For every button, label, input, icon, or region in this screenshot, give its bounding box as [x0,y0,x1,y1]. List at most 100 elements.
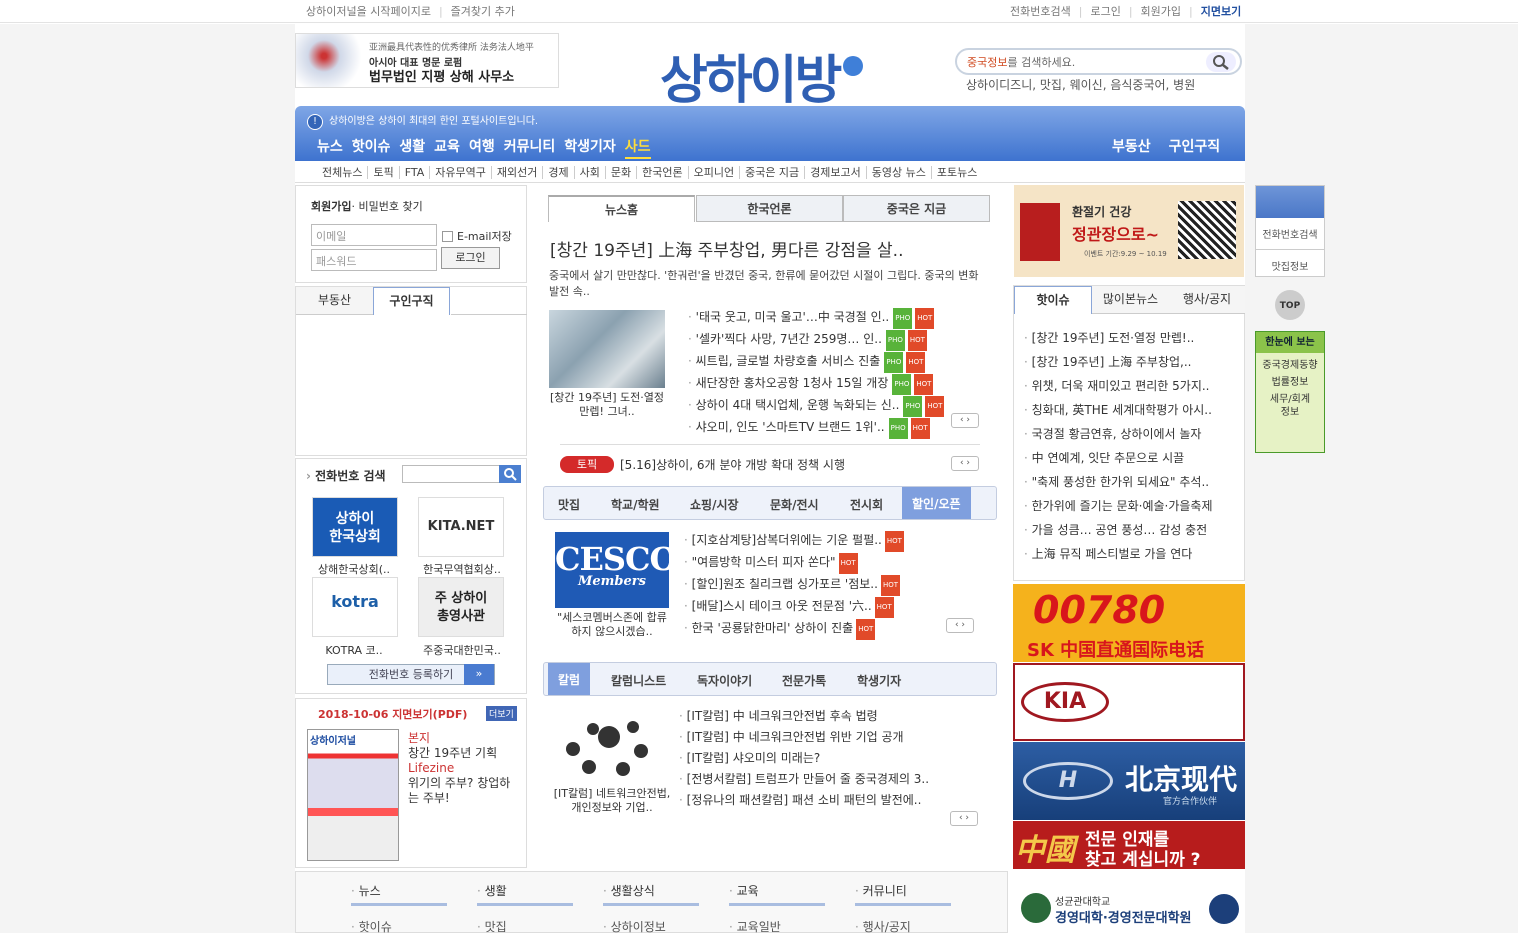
skku-ad[interactable]: 성균관대학교 경영대학·경영전문대학원 [1013,885,1245,933]
list-item[interactable]: "여름방학 미스터 피자 쏜다"HOT [684,552,904,574]
site-logo[interactable]: 상하이방 [660,38,910,111]
directory-caption[interactable]: 주중국대한민국.. [412,642,512,658]
subnav-item[interactable]: 토픽 [367,166,399,179]
subnav-item[interactable]: 동영상 뉴스 [865,166,931,179]
list-item[interactable]: [창간 19주년] 上海 주부창업,.. [1024,350,1213,374]
search-suggestions[interactable]: 상하이디즈니, 맛집, 웨이신, 음식중국어, 병원 [966,76,1195,93]
list-item[interactable]: 새단장한 홍차오공항 1청사 15일 개장PHOHOT [688,373,944,395]
headline-photo[interactable] [549,310,665,388]
sk-telecom-ad[interactable]: 00780 SK 中国直通国际电话 [1013,584,1245,662]
law-firm-banner[interactable]: 亚洲最具代表性的优秀律所 法务法人地平 아시아 대표 명문 로펌 법무법인 지평… [295,33,559,88]
list-item[interactable]: '태국 웃고, 미국 울고'…中 국경절 인..PHOHOT [688,307,944,329]
email-save-checkbox[interactable]: E-mail저장 [442,228,512,244]
list-item[interactable]: "축제 풍성한 한가위 되세요" 추석.. [1024,470,1213,494]
subnav-item[interactable]: 경제보고서 [804,166,866,179]
phone-search-link[interactable]: 전화번호검색 [1010,5,1071,18]
tab-events[interactable]: 행사/공지 [1169,286,1245,314]
tab-expert-talk[interactable]: 전문가톡 [782,672,826,689]
login-link[interactable]: 로그인 [1090,5,1120,18]
nav-hot-issue[interactable]: 핫이슈 [352,139,391,155]
set-homepage-link[interactable]: 상하이저널을 시작페이지로 [306,5,431,18]
promo-caption[interactable]: "세스코멤버스존에 합류하지 않으시겠습.. [553,611,671,639]
add-bookmark-link[interactable]: 즐겨찾기 추가 [451,5,515,18]
search-button[interactable] [1206,52,1236,72]
headline-link[interactable]: [창간 19주년] 上海 주부창업, 男다른 강점을 살.. [550,236,904,261]
tab-shopping[interactable]: 쇼핑/시장 [690,496,739,513]
sitemap-link[interactable]: 행사/공지 [855,918,911,933]
quick-phone-link[interactable]: 전화번호검색 [1256,218,1324,250]
sitemap-link[interactable]: 교육일반 [729,918,781,933]
login-button[interactable]: 로그인 [441,247,500,269]
column-pager-arrows[interactable]: ‹ › [950,811,978,826]
sitemap-heading[interactable]: 생활상식 [603,882,699,906]
recruit-ad[interactable]: 中國 전문 인재를 찾고 계십니까 ? [1013,821,1245,870]
kotra-logo[interactable]: kotra [312,577,398,637]
tab-news-home[interactable]: 뉴스홈 [548,195,695,222]
tab-hot-issue[interactable]: 핫이슈 [1014,286,1092,314]
column-diagram-image[interactable] [553,707,671,787]
tab-discount[interactable]: 할인/오픈 [902,487,971,519]
tab-student-reporter[interactable]: 학생기자 [857,672,901,689]
directory-caption[interactable]: KOTRA 코.. [304,642,404,658]
topic-pager-arrows[interactable]: ‹ › [951,456,979,471]
nav-travel[interactable]: 여행 [469,139,495,155]
tab-schools[interactable]: 학교/학원 [611,496,660,513]
sitemap-heading[interactable]: 생활 [477,882,573,906]
subnav-item[interactable]: 문화 [604,166,637,179]
tab-culture[interactable]: 문화/전시 [770,496,819,513]
subnav-item[interactable]: FTA [398,166,430,179]
newspaper-thumbnail[interactable]: 상하이저널 [307,729,399,861]
headline-summary[interactable]: 중국에서 살기 만만찮다. '한궈런'을 반겼던 중국, 한류에 묻어갔던 시절… [549,268,989,300]
nav-community[interactable]: 커뮤니티 [504,139,556,155]
nav-news[interactable]: 뉴스 [317,139,343,155]
list-item[interactable]: 위챗, 더욱 재미있고 편리한 5가지.. [1024,374,1213,398]
list-item[interactable]: 가을 성큼… 공연 풍성… 감성 충전 [1024,518,1213,542]
tab-exhibitions[interactable]: 전시회 [850,496,883,513]
subnav-item[interactable]: 사회 [573,166,605,179]
nav-jobs[interactable]: 구인구직 [1169,139,1221,155]
subnav-item[interactable]: 경제 [542,166,574,179]
sitemap-heading[interactable]: 커뮤니티 [855,882,951,906]
subnav-item[interactable]: 오피니언 [687,166,740,179]
pdf-contents[interactable]: 본지 창간 19주년 기획 Lifezine 위기의 주부? 창업하는 주부! [408,731,518,806]
cesco-ad-image[interactable]: CESCO Members [555,532,677,608]
pdf-title[interactable]: 2018-10-06 지면보기(PDF) [318,706,467,722]
tab-most-viewed[interactable]: 많이본뉴스 [1092,286,1169,314]
subnav-item[interactable]: 중국은 지금 [739,166,805,179]
list-item[interactable]: 한국 '공룡닭한마리' 상하이 진출HOT [684,618,904,640]
site-search[interactable]: 중국정보를 검색하세요. [955,48,1242,75]
subnav-item[interactable]: 한국언론 [636,166,688,179]
sitemap-heading[interactable]: 뉴스 [351,882,447,906]
list-item[interactable]: [전병서칼럼] 트럼프가 만들어 줄 중국경제의 3.. [679,769,929,790]
nav-real-estate[interactable]: 부동산 [1112,139,1151,155]
more-button[interactable]: 더보기 [486,706,517,721]
korean-chamber-logo[interactable]: 상하이 한국상회 [312,497,398,557]
subnav-item[interactable]: 재외선거 [490,166,543,179]
promo-pager-arrows[interactable]: ‹ › [946,618,974,633]
tab-column[interactable]: 칼럼 [548,663,591,695]
tab-restaurants[interactable]: 맛집 [558,496,580,513]
list-item[interactable]: 샤오미, 인도 '스마트TV 브랜드 1위'..PHOHOT [688,417,944,439]
list-item[interactable]: 상하이 4대 택시업체, 운행 녹화되는 신..PHOHOT [688,395,945,417]
phone-search-input[interactable] [402,465,500,483]
print-view-link[interactable]: 지면보기 [1201,5,1241,18]
hyundai-ad[interactable]: H 北京现代 官方合作伙伴 [1013,742,1245,820]
consulate-logo[interactable]: 주 상하이 총영사관 [418,577,504,637]
subnav-item[interactable]: 자유무역구 [429,166,491,179]
sitemap-link[interactable]: 핫이슈 [351,918,392,933]
sitemap-link[interactable]: 상하이정보 [603,918,666,933]
news-pager-arrows[interactable]: ‹ › [951,413,979,428]
list-item[interactable]: 씨트립, 글로벌 차량호출 서비스 진출PHOHOT [688,351,944,373]
list-item[interactable]: 한가위에 즐기는 문화·예술·가을축제 [1024,494,1213,518]
list-item[interactable]: [지호삼계탕]삼복더위에는 기운 펄펄..HOT [684,530,904,552]
tab-real-estate[interactable]: 부동산 [296,287,373,315]
sitemap-heading[interactable]: 교육 [729,882,825,906]
nav-student-reporter[interactable]: 학생기자 [564,139,616,155]
back-to-top-button[interactable]: TOP [1275,290,1305,320]
sitemap-link[interactable]: 맛집 [477,918,507,933]
directory-caption[interactable]: 한국무역협회상.. [412,561,512,577]
list-item[interactable]: '셀카'찍다 사망, 7년간 259명… 인..PHOHOT [688,329,944,351]
tab-china-now[interactable]: 중국은 지금 [843,195,990,222]
list-item[interactable]: [IT칼럼] 中 네크워크안전법 위반 기업 공개 [679,727,929,748]
china-economy-quicklink[interactable]: 한눈에 보는 중국경제동향 법률정보 세무/회계 정보 [1255,331,1325,453]
